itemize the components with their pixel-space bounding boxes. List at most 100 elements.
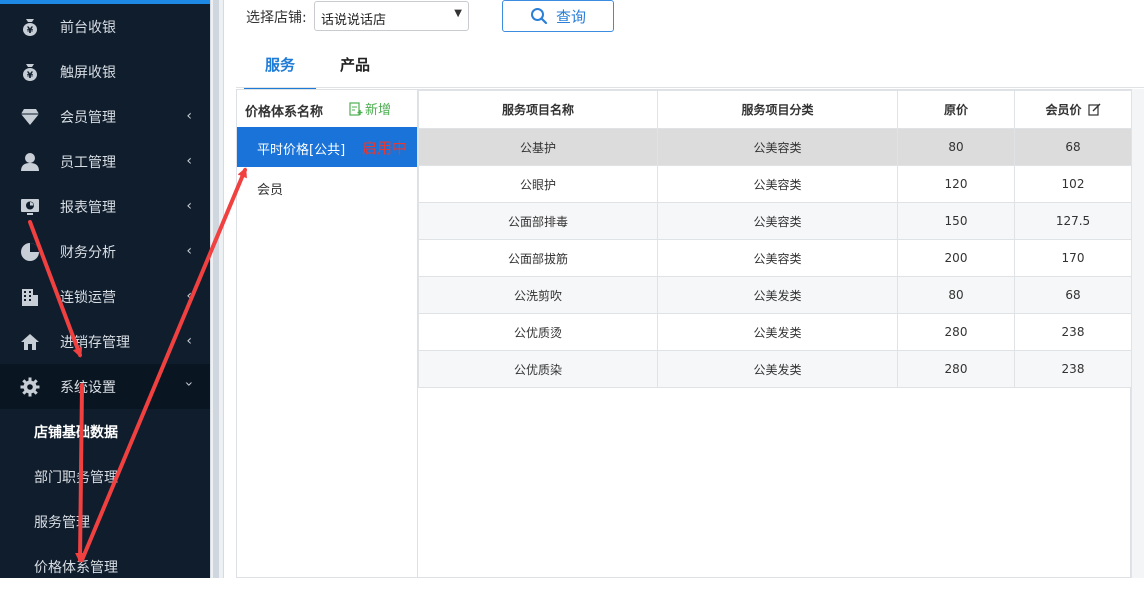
- sidebar-subitem-label: 价格体系管理: [34, 559, 118, 576]
- sidebar-item-label: 报表管理: [60, 199, 116, 216]
- sidebar-subitem-store-basic-data[interactable]: 店铺基础数据: [0, 409, 210, 454]
- chevron-left-icon: ‹: [186, 153, 192, 169]
- cell-service-name: 公优质染: [418, 350, 658, 388]
- cell-price: 150: [897, 202, 1015, 240]
- add-document-icon: [349, 101, 363, 116]
- price-system-name: 平时价格[公共]: [257, 143, 346, 158]
- sidebar-item-settings[interactable]: 系统设置 ‹: [0, 364, 210, 409]
- sidebar-item-member[interactable]: 会员管理 ‹: [0, 94, 210, 139]
- cell-member-price[interactable]: 238: [1014, 350, 1132, 388]
- home-icon: [19, 331, 41, 353]
- cell-service-category: 公美发类: [657, 313, 898, 351]
- cell-member-price[interactable]: 238: [1014, 313, 1132, 351]
- tab-service[interactable]: 服务: [244, 54, 316, 91]
- column-header-label: 会员价: [1045, 103, 1082, 117]
- sidebar-item-label: 连锁运营: [60, 289, 116, 306]
- sidebar-item-front-cashier[interactable]: ¥ 前台收银: [0, 4, 210, 49]
- column-header-service-category: 服务项目分类: [657, 90, 898, 129]
- column-header-price: 原价: [897, 90, 1015, 129]
- user-icon: [19, 151, 41, 173]
- table-row[interactable]: 公眼护 公美容类 120 102: [418, 165, 1132, 203]
- sidebar-subitem-service[interactable]: 服务管理: [0, 499, 210, 544]
- sidebar-subitem-price-system[interactable]: 价格体系管理: [0, 544, 210, 589]
- table-header-row: 服务项目名称 服务项目分类 原价 会员价: [418, 90, 1132, 129]
- add-price-system-label: 新增: [365, 103, 392, 118]
- cell-service-category: 公美容类: [657, 128, 898, 166]
- cell-member-price[interactable]: 127.5: [1014, 202, 1132, 240]
- cell-member-price[interactable]: 102: [1014, 165, 1132, 203]
- content-scroll-edge: [1131, 89, 1144, 578]
- cell-service-category: 公美容类: [657, 202, 898, 240]
- cell-price: 80: [897, 128, 1015, 166]
- money-bag-icon: ¥: [19, 16, 41, 38]
- sidebar-subitem-label: 部门职务管理: [34, 469, 118, 486]
- cell-service-category: 公美容类: [657, 165, 898, 203]
- table-row[interactable]: 公洗剪吹 公美发类 80 68: [418, 276, 1132, 314]
- chevron-left-icon: ‹: [186, 243, 192, 259]
- price-system-item-member[interactable]: 会员: [257, 179, 283, 198]
- sidebar-item-staff[interactable]: 员工管理 ‹: [0, 139, 210, 184]
- store-select-value: 话说说话店: [321, 13, 387, 28]
- store-select[interactable]: 话说说话店 ▼: [314, 1, 469, 31]
- sidebar-item-touch-cashier[interactable]: ¥ 触屏收银: [0, 49, 210, 94]
- cell-member-price[interactable]: 68: [1014, 276, 1132, 314]
- price-system-list: 价格体系名称 新增 平时价格[公共] 启用中 会员: [236, 89, 417, 578]
- sidebar-subitem-label: 店铺基础数据: [34, 424, 118, 441]
- cell-member-price[interactable]: 170: [1014, 239, 1132, 277]
- cell-service-name: 公优质烫: [418, 313, 658, 351]
- chevron-down-icon: ‹: [181, 381, 198, 387]
- add-price-system-button[interactable]: 新增: [349, 99, 391, 118]
- tab-label: 服务: [264, 56, 295, 74]
- money-bag-icon: ¥: [19, 61, 41, 83]
- sidebar-item-reports[interactable]: 报表管理 ‹: [0, 184, 210, 229]
- sidebar-item-label: 会员管理: [60, 109, 116, 126]
- sidebar-scrollbar[interactable]: [213, 0, 219, 578]
- cell-service-category: 公美容类: [657, 239, 898, 277]
- tab-label: 产品: [339, 56, 370, 74]
- sidebar-item-label: 进销存管理: [60, 334, 130, 351]
- sidebar-item-label: 员工管理: [60, 154, 116, 171]
- cell-service-name: 公面部拔筋: [418, 239, 658, 277]
- diamond-icon: [19, 106, 41, 128]
- sidebar-item-label: 系统设置: [60, 379, 116, 396]
- table-row[interactable]: 公面部排毒 公美容类 150 127.5: [418, 202, 1132, 240]
- cell-price: 280: [897, 350, 1015, 388]
- cell-service-name: 公洗剪吹: [418, 276, 658, 314]
- cell-price: 200: [897, 239, 1015, 277]
- store-select-label: 选择店铺:: [246, 10, 307, 26]
- table-row[interactable]: 公优质染 公美发类 280 238: [418, 350, 1132, 388]
- cell-service-category: 公美发类: [657, 276, 898, 314]
- cell-service-name: 公面部排毒: [418, 202, 658, 240]
- dropdown-arrow-icon: ▼: [454, 8, 462, 19]
- table-row[interactable]: 公基护 公美容类 80 68: [418, 128, 1132, 166]
- table-row[interactable]: 公优质烫 公美发类 280 238: [418, 313, 1132, 351]
- sidebar-item-inventory[interactable]: 进销存管理 ‹: [0, 319, 210, 364]
- chevron-left-icon: ‹: [186, 198, 192, 214]
- tab-product[interactable]: 产品: [320, 54, 390, 88]
- price-system-list-header: 价格体系名称: [245, 105, 324, 120]
- price-system-item-regular[interactable]: 平时价格[公共] 启用中: [237, 127, 417, 167]
- monitor-chart-icon: [19, 196, 41, 218]
- cell-price: 280: [897, 313, 1015, 351]
- edit-icon[interactable]: [1087, 103, 1101, 116]
- tabs-divider: [236, 87, 1144, 88]
- building-icon: [19, 286, 41, 308]
- query-button[interactable]: 查询: [502, 0, 614, 32]
- chevron-left-icon: ‹: [186, 288, 192, 304]
- chevron-left-icon: ‹: [186, 333, 192, 349]
- sidebar-item-finance[interactable]: 财务分析 ‹: [0, 229, 210, 274]
- table-row[interactable]: 公面部拔筋 公美容类 200 170: [418, 239, 1132, 277]
- pie-chart-icon: [19, 241, 41, 263]
- sidebar-subitem-label: 服务管理: [34, 514, 90, 531]
- sidebar-item-chain[interactable]: 连锁运营 ‹: [0, 274, 210, 319]
- status-badge: 启用中: [362, 139, 408, 157]
- sidebar-subitem-department[interactable]: 部门职务管理: [0, 454, 210, 499]
- sidebar-item-label: 财务分析: [60, 244, 116, 261]
- cell-price: 80: [897, 276, 1015, 314]
- chevron-left-icon: ‹: [186, 108, 192, 124]
- svg-text:¥: ¥: [27, 71, 34, 81]
- cell-member-price[interactable]: 68: [1014, 128, 1132, 166]
- gear-icon: [19, 376, 41, 398]
- sidebar-item-label: 前台收银: [60, 19, 116, 36]
- column-header-member-price: 会员价: [1014, 90, 1132, 129]
